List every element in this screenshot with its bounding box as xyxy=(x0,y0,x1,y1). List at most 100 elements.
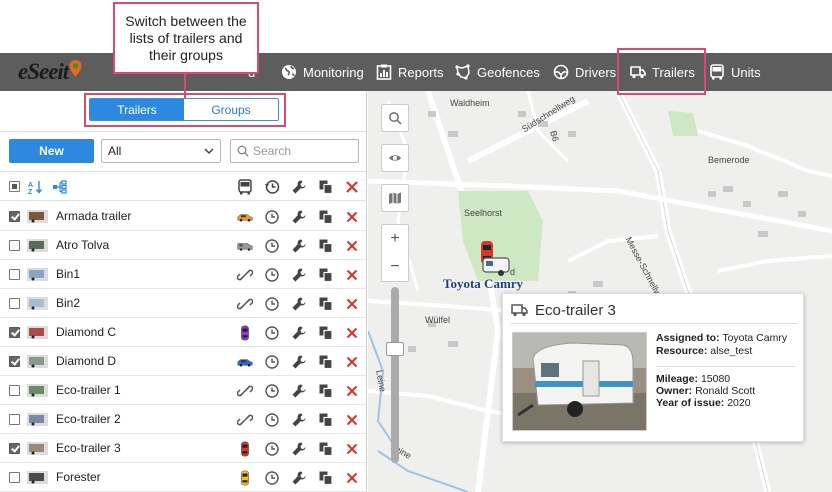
nav-item-reports[interactable]: Reports xyxy=(376,53,444,91)
unlink-icon[interactable] xyxy=(236,411,254,429)
wrench-icon[interactable] xyxy=(290,382,308,400)
wrench-icon[interactable] xyxy=(290,353,308,371)
delete-icon[interactable] xyxy=(343,469,361,487)
copy-icon[interactable] xyxy=(317,440,335,458)
copy-column-icon[interactable] xyxy=(317,178,335,196)
wrench-icon[interactable] xyxy=(290,208,308,226)
row-name[interactable]: Diamond C xyxy=(56,318,116,347)
history-icon[interactable] xyxy=(263,353,281,371)
row-checkbox[interactable] xyxy=(9,356,20,367)
table-row[interactable]: Atro Tolva xyxy=(0,231,366,260)
row-name[interactable]: Eco-trailer 1 xyxy=(56,376,121,405)
car-orange-icon[interactable] xyxy=(236,208,254,226)
trailer-marker-icon[interactable] xyxy=(481,257,513,277)
copy-icon[interactable] xyxy=(317,324,335,342)
copy-icon[interactable] xyxy=(317,266,335,284)
table-row[interactable]: Diamond C xyxy=(0,318,366,347)
map-visibility-button[interactable] xyxy=(381,144,409,172)
zoom-in-button[interactable]: + xyxy=(382,225,408,253)
van-grey-icon[interactable] xyxy=(236,237,254,255)
car-purple-icon[interactable] xyxy=(236,324,254,342)
copy-icon[interactable] xyxy=(317,411,335,429)
row-name[interactable]: Bin1 xyxy=(56,260,80,289)
table-row[interactable]: Bin2 xyxy=(0,289,366,318)
toggle-groups-button[interactable]: Groups xyxy=(184,99,278,120)
history-icon[interactable] xyxy=(263,440,281,458)
row-checkbox[interactable] xyxy=(9,240,20,251)
delete-icon[interactable] xyxy=(343,295,361,313)
history-icon[interactable] xyxy=(263,324,281,342)
wrench-icon[interactable] xyxy=(290,324,308,342)
unlink-icon[interactable] xyxy=(236,295,254,313)
row-checkbox[interactable] xyxy=(9,269,20,280)
table-row[interactable]: Diamond D xyxy=(0,347,366,376)
row-name[interactable]: Diamond D xyxy=(56,347,116,376)
history-column-icon[interactable] xyxy=(263,178,281,196)
zoom-slider-handle[interactable] xyxy=(386,342,404,356)
row-checkbox[interactable] xyxy=(9,443,20,454)
wrench-icon[interactable] xyxy=(290,440,308,458)
map-layers-button[interactable] xyxy=(381,184,409,212)
table-row[interactable]: Eco-trailer 3 xyxy=(0,434,366,463)
row-checkbox[interactable] xyxy=(9,211,20,222)
table-row[interactable]: Eco-trailer 2 xyxy=(0,405,366,434)
table-row[interactable]: Armada trailer xyxy=(0,202,366,231)
delete-icon[interactable] xyxy=(343,353,361,371)
history-icon[interactable] xyxy=(263,382,281,400)
car-red-icon[interactable] xyxy=(236,440,254,458)
copy-icon[interactable] xyxy=(317,237,335,255)
history-icon[interactable] xyxy=(263,411,281,429)
unlink-icon[interactable] xyxy=(236,382,254,400)
row-checkbox[interactable] xyxy=(9,327,20,338)
table-row[interactable]: Eco-trailer 1 xyxy=(0,376,366,405)
history-icon[interactable] xyxy=(263,266,281,284)
unlink-icon[interactable] xyxy=(236,266,254,284)
row-checkbox[interactable] xyxy=(9,472,20,483)
row-name[interactable]: Eco-trailer 2 xyxy=(56,405,121,434)
nav-item-drivers[interactable]: Drivers xyxy=(553,53,616,91)
delete-icon[interactable] xyxy=(343,208,361,226)
app-logo[interactable]: eSeeit xyxy=(18,53,82,91)
toggle-trailers-button[interactable]: Trailers xyxy=(90,99,184,120)
delete-all-icon[interactable] xyxy=(343,178,361,196)
wrench-icon[interactable] xyxy=(290,266,308,284)
wrench-icon[interactable] xyxy=(290,469,308,487)
row-checkbox[interactable] xyxy=(9,298,20,309)
map-search-button[interactable] xyxy=(381,104,409,132)
zoom-slider-track[interactable] xyxy=(391,287,399,463)
sort-az-icon[interactable]: AZ xyxy=(26,178,44,196)
delete-icon[interactable] xyxy=(343,237,361,255)
vehicle-label[interactable]: Toyota Camry xyxy=(443,276,523,292)
history-icon[interactable] xyxy=(263,208,281,226)
delete-icon[interactable] xyxy=(343,382,361,400)
group-structure-icon[interactable] xyxy=(51,178,69,196)
delete-icon[interactable] xyxy=(343,266,361,284)
copy-icon[interactable] xyxy=(317,208,335,226)
delete-icon[interactable] xyxy=(343,324,361,342)
select-all-checkbox[interactable] xyxy=(9,181,20,192)
table-row[interactable]: Forester xyxy=(0,463,366,492)
filter-select[interactable]: All xyxy=(101,139,221,163)
nav-item-geofences[interactable]: Geofences xyxy=(455,53,540,91)
row-name[interactable]: Atro Tolva xyxy=(56,231,109,260)
row-name[interactable]: Forester xyxy=(56,463,101,492)
nav-item-monitoring[interactable]: Monitoring xyxy=(281,53,364,91)
new-button[interactable]: New xyxy=(9,139,94,163)
row-name[interactable]: Armada trailer xyxy=(56,202,131,231)
copy-icon[interactable] xyxy=(317,295,335,313)
car-blue-icon[interactable] xyxy=(236,353,254,371)
delete-icon[interactable] xyxy=(343,411,361,429)
row-checkbox[interactable] xyxy=(9,385,20,396)
unit-column-icon[interactable] xyxy=(236,178,254,196)
row-name[interactable]: Bin2 xyxy=(56,289,80,318)
table-row[interactable]: Bin1 xyxy=(0,260,366,289)
copy-icon[interactable] xyxy=(317,353,335,371)
search-input[interactable]: Search xyxy=(230,139,359,163)
row-name[interactable]: Eco-trailer 3 xyxy=(56,434,121,463)
history-icon[interactable] xyxy=(263,469,281,487)
map-view[interactable]: Waldheim Südschnellweg B6 Bemerode Seelh… xyxy=(368,91,832,492)
wrench-column-icon[interactable] xyxy=(290,178,308,196)
copy-icon[interactable] xyxy=(317,469,335,487)
wrench-icon[interactable] xyxy=(290,237,308,255)
history-icon[interactable] xyxy=(263,295,281,313)
